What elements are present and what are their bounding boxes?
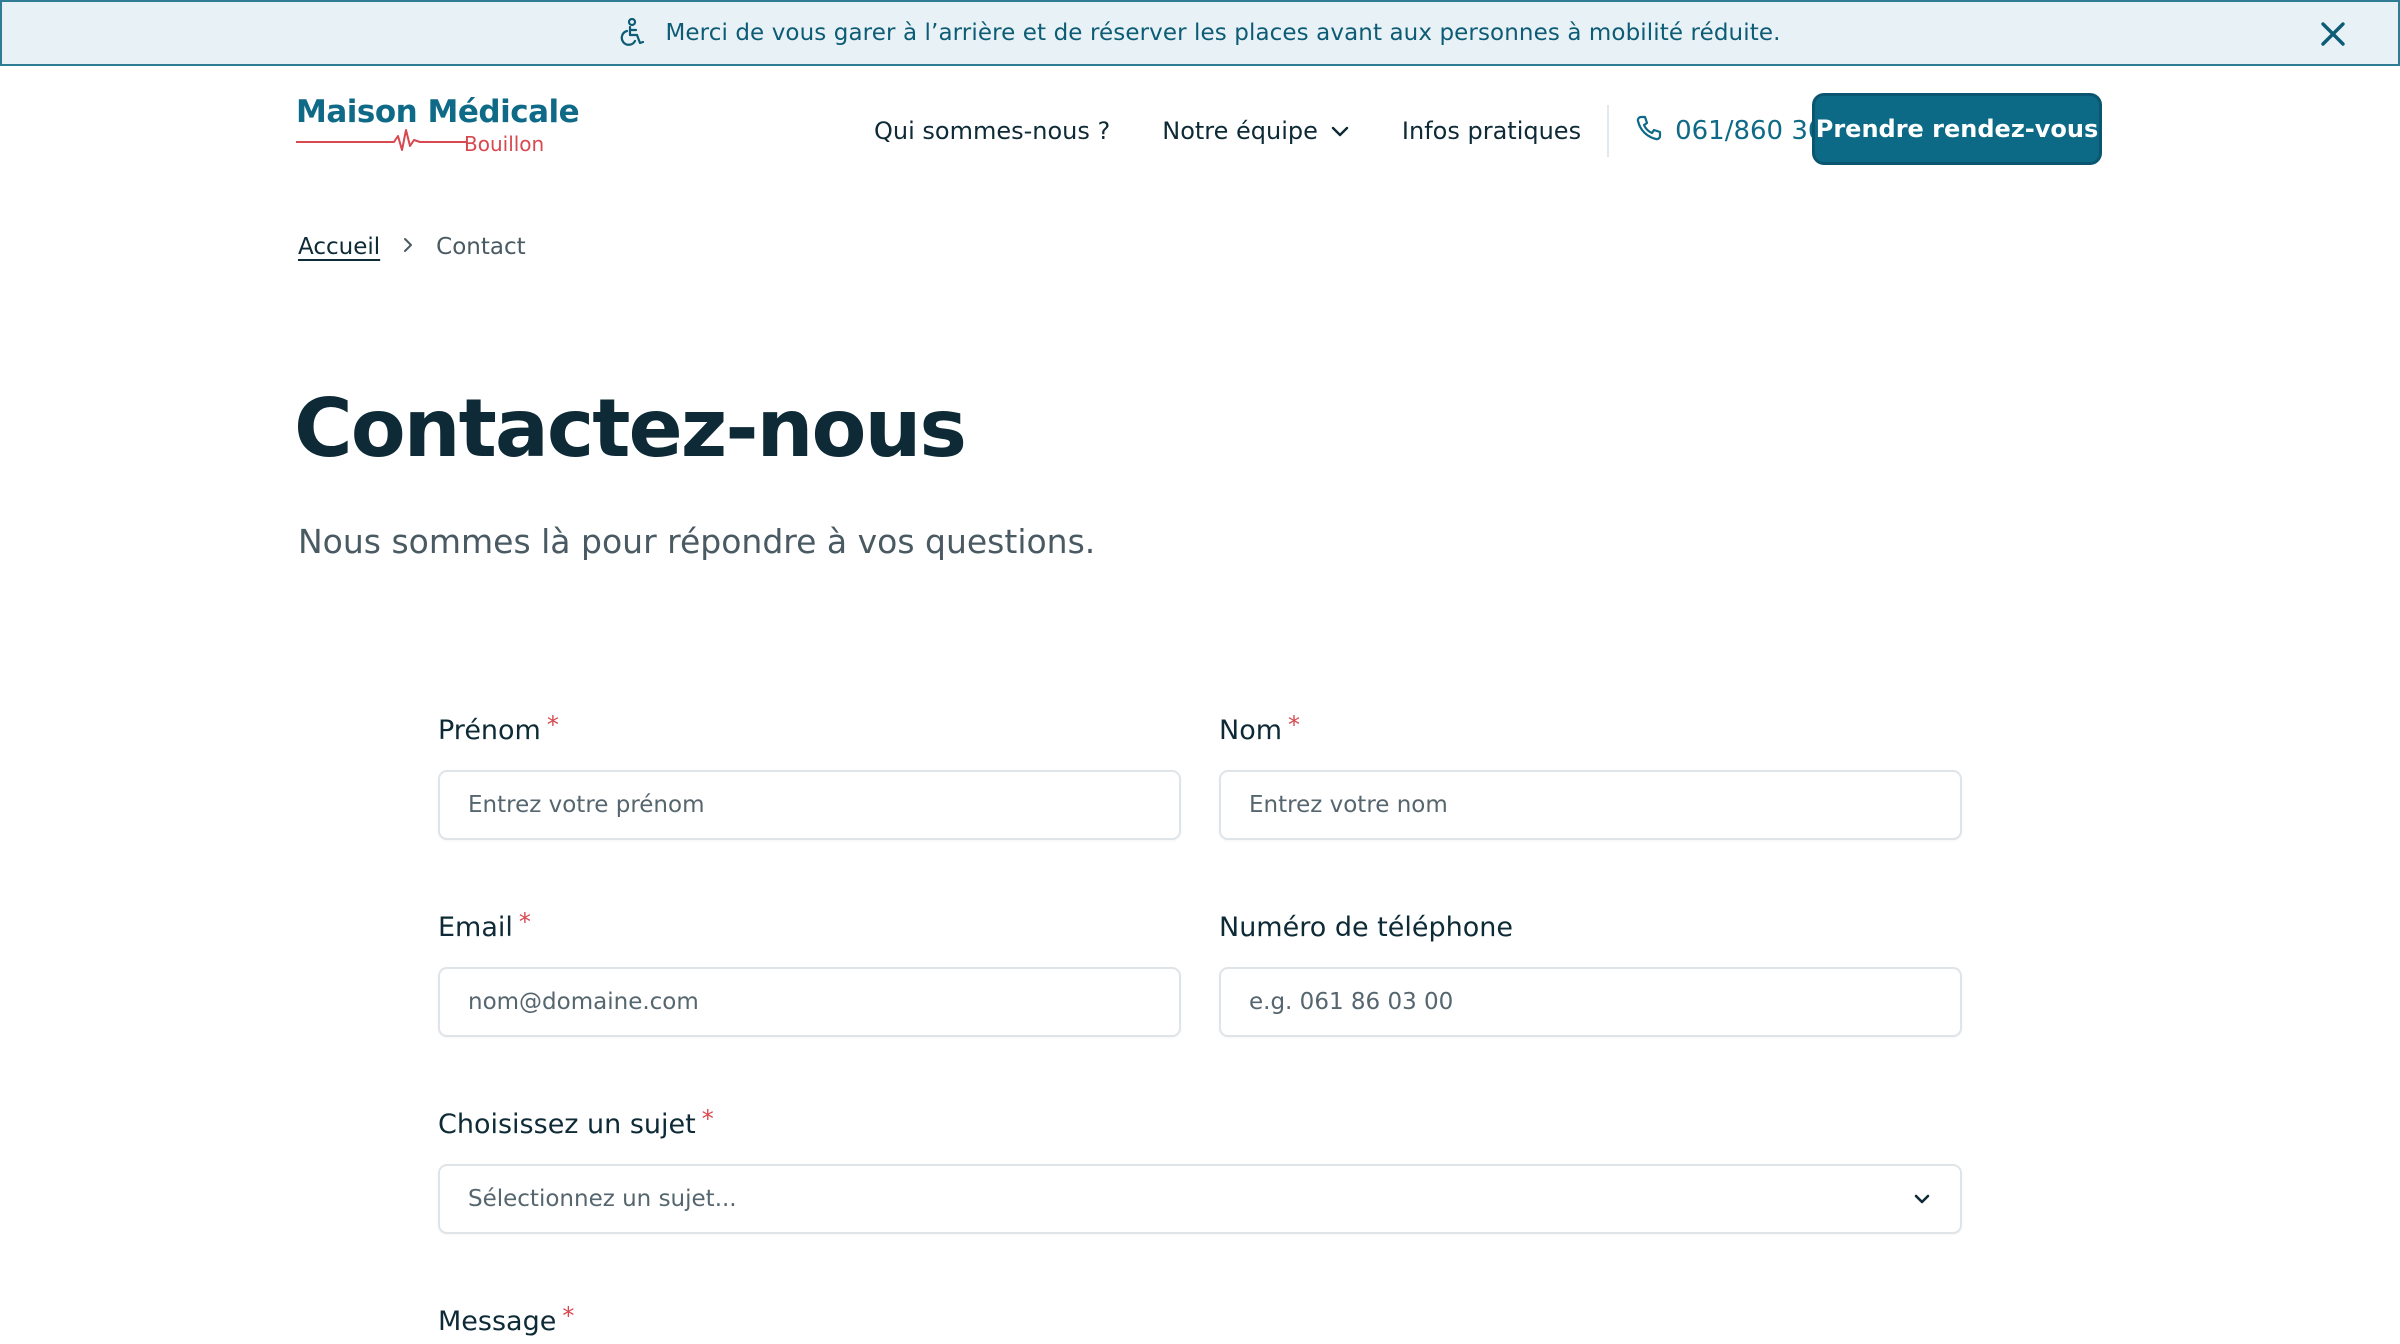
- site-header: Maison Médicale Bouillon Qui sommes-nous…: [0, 66, 2400, 196]
- close-icon[interactable]: [2318, 19, 2348, 49]
- heartbeat-line-icon: [296, 129, 466, 151]
- wheelchair-icon: [619, 18, 645, 48]
- nav-link-team[interactable]: Notre équipe: [1162, 117, 1350, 145]
- page-title: Contactez-nous: [294, 382, 967, 475]
- phone-input[interactable]: [1219, 967, 1962, 1037]
- firstname-label-text: Prénom: [438, 715, 541, 746]
- email-label: Email *: [438, 908, 531, 943]
- logo-title: Maison Médicale: [296, 94, 580, 130]
- firstname-input[interactable]: [438, 770, 1181, 840]
- logo-subtitle: Bouillon: [464, 132, 545, 156]
- nav-link-about[interactable]: Qui sommes-nous ?: [874, 117, 1110, 145]
- lastname-input[interactable]: [1219, 770, 1962, 840]
- required-asterisk: *: [518, 908, 531, 936]
- breadcrumb-home-link[interactable]: Accueil: [298, 234, 380, 260]
- chevron-down-icon: [1912, 1186, 1932, 1212]
- required-asterisk: *: [546, 711, 559, 739]
- subject-select[interactable]: Sélectionnez un sujet...: [438, 1164, 1962, 1234]
- lastname-label: Nom *: [1219, 711, 1300, 746]
- email-label-text: Email: [438, 912, 513, 943]
- required-asterisk: *: [1288, 711, 1301, 739]
- nav-team-label: Notre équipe: [1162, 117, 1318, 145]
- chevron-down-icon: [1330, 117, 1350, 145]
- chevron-right-icon: [402, 234, 414, 260]
- required-asterisk: *: [701, 1105, 714, 1133]
- banner-content: Merci de vous garer à l’arrière et de ré…: [619, 18, 1780, 48]
- required-asterisk: *: [562, 1302, 575, 1330]
- lastname-label-text: Nom: [1219, 715, 1283, 746]
- main-nav: Qui sommes-nous ? Notre équipe Infos pra…: [874, 105, 1841, 157]
- firstname-label: Prénom *: [438, 711, 559, 746]
- site-logo[interactable]: Maison Médicale Bouillon: [296, 94, 580, 170]
- subject-select-value: Sélectionnez un sujet...: [468, 1186, 737, 1212]
- message-label: Message *: [438, 1302, 574, 1337]
- banner-message: Merci de vous garer à l’arrière et de ré…: [665, 20, 1781, 46]
- message-label-text: Message: [438, 1306, 557, 1337]
- email-input[interactable]: [438, 967, 1181, 1037]
- phone-label: Numéro de téléphone: [1219, 912, 1513, 943]
- phone-label-text: Numéro de téléphone: [1219, 912, 1513, 943]
- nav-divider: [1607, 105, 1610, 157]
- phone-icon: [1635, 114, 1663, 149]
- info-banner: Merci de vous garer à l’arrière et de ré…: [0, 0, 2400, 66]
- subject-label: Choisissez un sujet *: [438, 1105, 714, 1140]
- breadcrumb: Accueil Contact: [298, 234, 526, 260]
- phone-link[interactable]: 061/860 300: [1635, 114, 1841, 149]
- page-subtitle: Nous sommes là pour répondre à vos quest…: [298, 522, 1096, 561]
- subject-label-text: Choisissez un sujet: [438, 1109, 696, 1140]
- nav-link-info[interactable]: Infos pratiques: [1402, 117, 1581, 145]
- appointment-button[interactable]: Prendre rendez-vous: [1812, 93, 2102, 165]
- breadcrumb-current: Contact: [436, 234, 526, 260]
